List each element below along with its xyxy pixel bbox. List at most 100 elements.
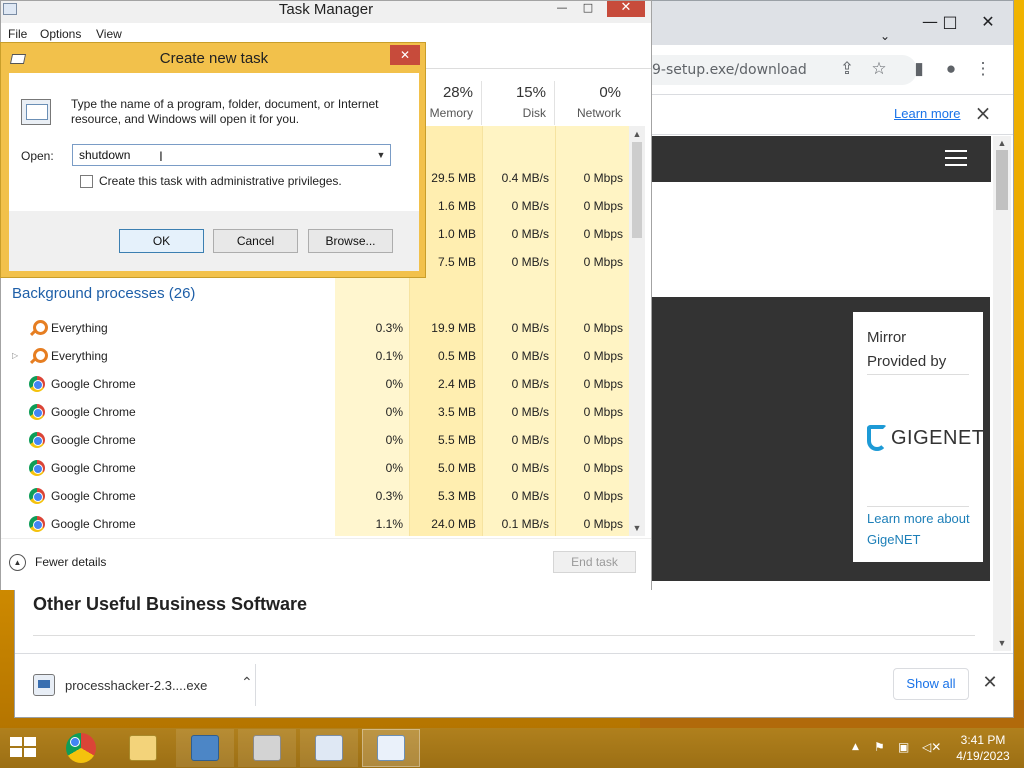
disk-cell: 0 MB/s [511, 227, 549, 241]
show-hidden-icons-icon[interactable]: ▲ [852, 740, 859, 754]
table-row[interactable]: Google Chrome 0% 5.5 MB 0 MB/s 0 Mbps [1, 426, 629, 454]
memory-cell: 2.4 MB [437, 377, 476, 391]
chevron-down-icon[interactable]: ▼ [374, 148, 388, 162]
table-row[interactable]: Google Chrome 1.1% 24.0 MB 0.1 MB/s 0 Mb… [1, 510, 629, 538]
network-cell: 0 Mbps [583, 433, 623, 447]
disk-cell: 0 MB/s [511, 405, 549, 419]
network-icon[interactable]: ▣ [898, 740, 909, 754]
taskbar-file-explorer[interactable] [114, 729, 172, 767]
process-scrollbar[interactable]: ▲ ▼ [629, 126, 645, 536]
scroll-down-icon[interactable]: ▼ [629, 520, 645, 536]
text-cursor-icon: I [159, 148, 163, 164]
shelf-close-icon[interactable]: ✕ [980, 670, 1000, 696]
taskbar-app-printer[interactable] [238, 729, 296, 767]
column-header-network[interactable]: 0% Network [555, 81, 629, 125]
fewer-details-button[interactable]: ▲ Fewer details [9, 553, 106, 571]
learn-more-link[interactable]: Learn more [894, 106, 960, 121]
maximize-icon[interactable]: □ [575, 1, 601, 17]
clock-time: 3:41 PM [960, 733, 1006, 747]
network-cell: 0 Mbps [583, 349, 623, 363]
bookmark-star-icon[interactable]: ☆ [867, 57, 891, 81]
fewer-details-label: Fewer details [35, 555, 107, 569]
open-combobox[interactable]: shutdown I ▼ [72, 144, 391, 166]
taskbar-run-dialog[interactable] [362, 729, 420, 767]
flag-icon[interactable]: ⚑ [874, 740, 885, 754]
scrollbar-thumb[interactable] [632, 142, 642, 238]
group-header-background[interactable]: Background processes (26) [12, 285, 195, 302]
cpu-cell: 0% [385, 433, 403, 447]
table-row[interactable]: Google Chrome 0% 5.0 MB 0 MB/s 0 Mbps [1, 454, 629, 482]
disk-cell: 0 MB/s [511, 321, 549, 335]
admin-privileges-checkbox[interactable]: Create this task with administrative pri… [80, 174, 342, 188]
dialog-body: Type the name of a program, folder, docu… [9, 73, 419, 271]
table-row[interactable]: Google Chrome 0% 2.4 MB 0 MB/s 0 Mbps [1, 370, 629, 398]
divider [255, 664, 256, 706]
show-all-button[interactable]: Show all [893, 668, 969, 700]
network-cell: 0 Mbps [583, 199, 623, 213]
scroll-up-icon[interactable]: ▲ [993, 136, 1011, 150]
page-scrollbar[interactable]: ▲ ▼ [993, 136, 1011, 651]
browse-button[interactable]: Browse... [308, 229, 393, 253]
disk-cell: 0.1 MB/s [501, 517, 549, 531]
download-shelf: processhacker-2.3....exe ⌃ Show all ✕ [15, 653, 1013, 717]
side-panel-icon[interactable]: ▮ [907, 57, 931, 81]
volume-muted-icon[interactable]: ◁✕ [922, 740, 941, 754]
open-label: Open: [21, 149, 54, 163]
dialog-title: Create new task [159, 50, 269, 67]
cancel-button[interactable]: Cancel [213, 229, 298, 253]
profile-avatar-icon[interactable]: ● [939, 57, 963, 81]
section-title: Other Useful Business Software [33, 594, 308, 614]
hamburger-menu-icon[interactable] [945, 150, 967, 168]
chrome-icon [29, 404, 45, 420]
chevron-up-icon: ▲ [9, 553, 26, 571]
system-clock[interactable]: 3:41 PM 4/19/2023 [952, 732, 1014, 764]
disk-cell: 0 MB/s [511, 433, 549, 447]
network-cell: 0 Mbps [583, 321, 623, 335]
menu-kebab-icon[interactable]: ⋮ [971, 57, 995, 81]
table-row[interactable]: Google Chrome 0.3% 5.3 MB 0 MB/s 0 Mbps [1, 482, 629, 510]
divider [33, 635, 975, 636]
table-row[interactable]: Google Chrome 0% 3.5 MB 0 MB/s 0 Mbps [1, 398, 629, 426]
task-manager-icon [315, 735, 343, 761]
download-item[interactable]: processhacker-2.3....exe ⌃ [33, 668, 253, 702]
taskbar-app-cube[interactable] [176, 729, 234, 767]
gigenet-logo[interactable]: GIGENET [867, 425, 985, 451]
printer-icon [253, 735, 281, 761]
checkbox[interactable] [80, 174, 93, 188]
taskbar-chrome[interactable] [52, 729, 110, 767]
column-label: Disk [522, 106, 546, 120]
maximize-icon[interactable]: □ [935, 9, 965, 35]
divider [867, 374, 969, 375]
chevron-up-icon[interactable]: ⌃ [241, 674, 253, 691]
share-icon[interactable]: ⇪ [835, 57, 859, 81]
disk-cell: 0 MB/s [511, 461, 549, 475]
taskbar-task-manager[interactable] [300, 729, 358, 767]
expand-arrow-icon[interactable]: ▷ [12, 342, 18, 370]
scroll-up-icon[interactable]: ▲ [629, 126, 645, 142]
close-icon[interactable]: ✕ [390, 45, 420, 65]
minimize-icon[interactable]: — [549, 1, 575, 17]
cpu-cell: 0.3% [375, 489, 403, 503]
table-row[interactable]: ▷ Everything 0.1% 0.5 MB 0 MB/s 0 Mbps [1, 342, 629, 370]
mirror-title: Mirror Provided by [867, 329, 947, 370]
infobar-close-icon[interactable]: × [973, 101, 993, 125]
menu-options[interactable]: Options [40, 27, 81, 41]
learn-more-gigenet-link[interactable]: Learn more about GigeNET [867, 508, 977, 550]
start-windows-icon[interactable] [10, 737, 38, 759]
ok-button[interactable]: OK [119, 229, 204, 253]
column-header-disk[interactable]: 15% Disk [482, 81, 555, 125]
end-task-button[interactable]: End task [553, 551, 636, 573]
cpu-cell: 0% [385, 377, 403, 391]
menu-view[interactable]: View [96, 27, 122, 41]
close-icon[interactable]: ✕ [607, 1, 645, 17]
clock-date: 4/19/2023 [956, 749, 1010, 763]
table-row[interactable]: Everything 0.3% 19.9 MB 0 MB/s 0 Mbps [1, 314, 629, 342]
open-input-value[interactable]: shutdown [79, 148, 130, 162]
scrollbar-thumb[interactable] [996, 150, 1008, 210]
chrome-icon [29, 488, 45, 504]
folder-icon [129, 735, 157, 761]
menu-file[interactable]: File [8, 27, 27, 41]
dialog-titlebar: Create new task ✕ [1, 43, 425, 73]
close-icon[interactable]: ✕ [973, 9, 1003, 35]
scroll-down-icon[interactable]: ▼ [993, 636, 1011, 650]
